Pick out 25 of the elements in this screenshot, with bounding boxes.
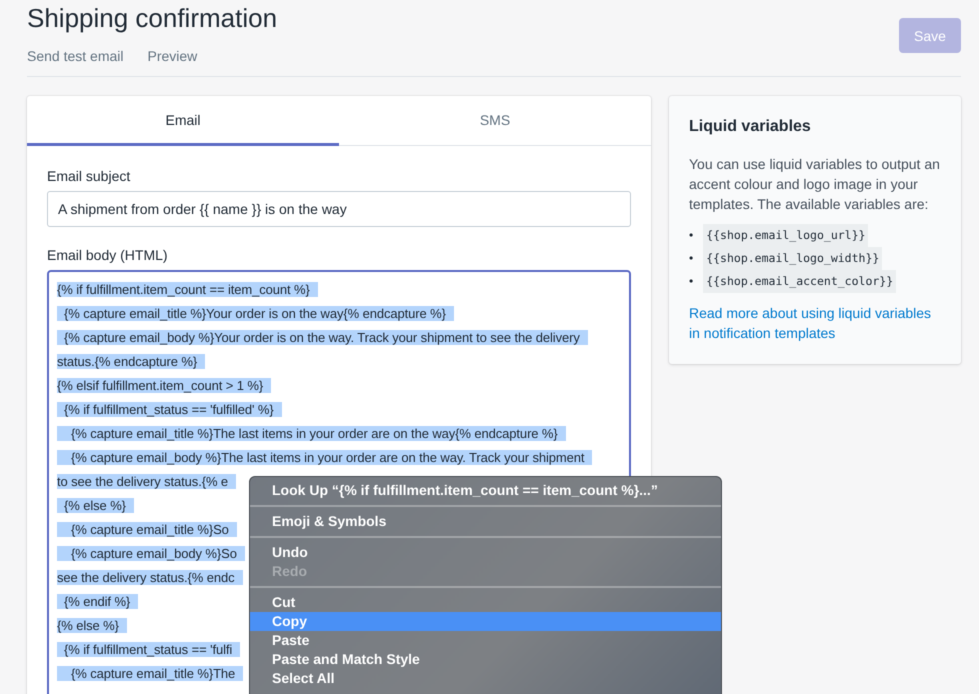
menu-item[interactable]: Paste <box>250 631 721 650</box>
menu-item[interactable]: Paste and Match Style <box>250 650 721 669</box>
field-label: Email subject <box>47 168 132 184</box>
bullet: • <box>689 273 694 290</box>
card-text: You can use liquid variables to output an accent colour and logo image in your templates. The available variables are: <box>689 155 941 214</box>
menu-item[interactable]: Undo <box>250 543 721 562</box>
tab[interactable]: SMS <box>339 96 651 146</box>
bullet: • <box>689 250 694 267</box>
tab[interactable]: Email <box>27 96 339 146</box>
menu-item[interactable]: Copy <box>250 612 721 631</box>
menu-item[interactable]: Cut <box>250 593 721 612</box>
menu-item[interactable]: Select All <box>250 669 721 688</box>
menu-item[interactable]: Emoji & Symbols <box>250 512 721 531</box>
page-title: Shipping confirmation <box>27 2 278 34</box>
card-title: Liquid variables <box>689 118 812 136</box>
header-link[interactable]: Send test email <box>27 48 124 64</box>
bullet: • <box>689 227 694 244</box>
help-link[interactable]: Read more about using liquid variables in notification templates <box>689 303 941 343</box>
variable-code: {{shop.email_accent_color}} <box>703 270 896 293</box>
menu-item[interactable]: Look Up “{% if fulfillment.item_count == item_count %}...” <box>250 481 721 500</box>
subject-field[interactable]: A shipment from order {{ name }} is on the way <box>47 191 631 227</box>
variable-code: {{shop.email_logo_url}} <box>703 224 868 247</box>
header-link[interactable]: Preview <box>148 48 198 64</box>
variable-code: {{shop.email_logo_width}} <box>703 247 882 270</box>
field-label: Email body (HTML) <box>47 247 169 263</box>
